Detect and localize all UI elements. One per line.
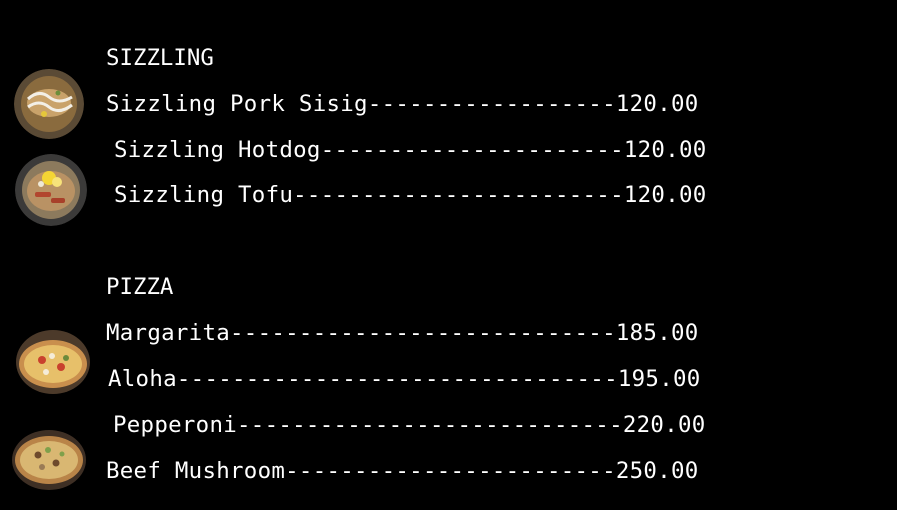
menu-item-sizzling-hotdog: Sizzling Hotdog----------------------120… xyxy=(114,137,707,163)
margarita-pizza-icon xyxy=(16,330,90,394)
section-heading-pizza: PIZZA xyxy=(106,274,174,300)
menu-item-pepperoni: Pepperoni----------------------------220… xyxy=(113,412,706,438)
sisig-plate-icon xyxy=(14,69,84,139)
menu-item-aloha: Aloha--------------------------------195… xyxy=(108,366,701,392)
menu-item-sizzling-tofu: Sizzling Tofu------------------------120… xyxy=(114,182,707,208)
section-heading-sizzling: SIZZLING xyxy=(106,45,214,71)
beef-mushroom-pizza-icon xyxy=(12,430,86,490)
menu-item-sizzling-pork-sisig: Sizzling Pork Sisig------------------120… xyxy=(106,91,699,117)
menu-item-margarita: Margarita----------------------------185… xyxy=(106,320,699,346)
hotdog-bowl-icon xyxy=(15,154,87,226)
menu-item-beef-mushroom: Beef Mushroom------------------------250… xyxy=(106,458,699,484)
